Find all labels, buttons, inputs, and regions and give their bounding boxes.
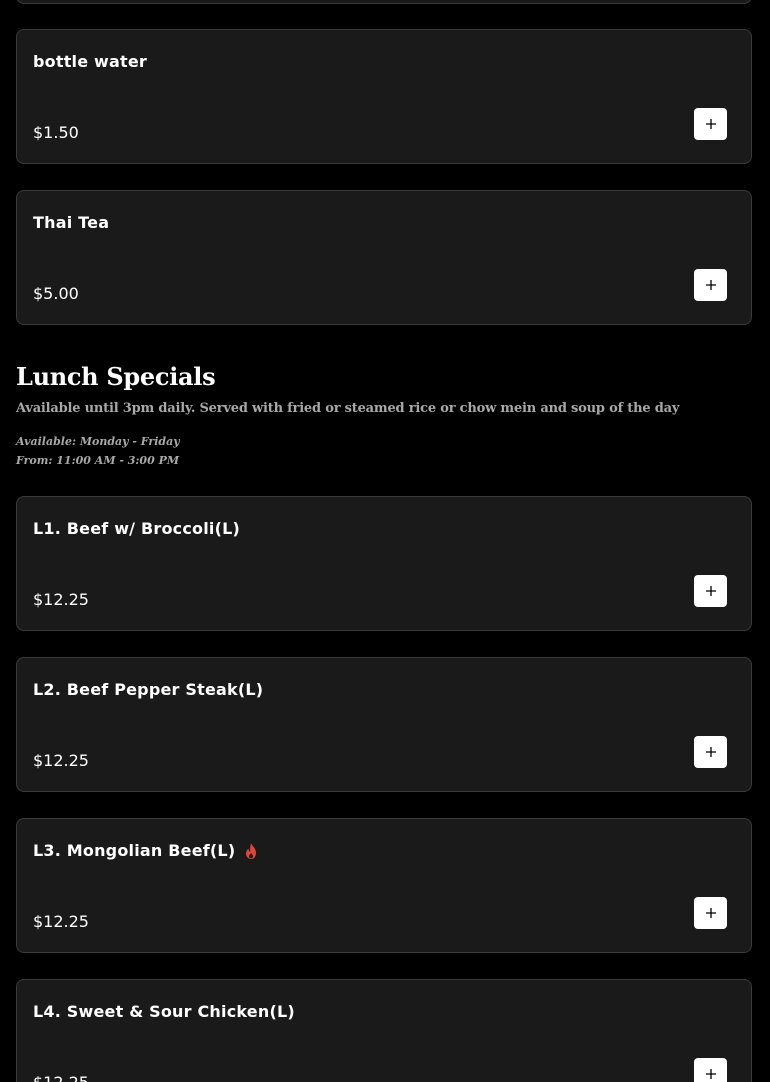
plus-icon [705, 1069, 716, 1079]
plus-icon [705, 119, 716, 129]
menu-item-card[interactable] [16, 0, 752, 4]
add-to-cart-button[interactable] [694, 897, 727, 929]
menu-item-name: Thai Tea [33, 213, 110, 232]
menu-item-name: L1. Beef w/ Broccoli(L) [33, 519, 241, 538]
menu-item-name-row: L3. Mongolian Beef(L) [33, 841, 259, 860]
add-to-cart-button[interactable] [694, 1058, 727, 1082]
menu-item-price: $12.25 [33, 590, 89, 609]
menu-item-price: $12.25 [33, 912, 89, 931]
section-description: Available until 3pm daily. Served with f… [16, 401, 680, 416]
menu-item-name: L4. Sweet & Sour Chicken(L) [33, 1002, 295, 1021]
add-to-cart-button[interactable] [694, 575, 727, 607]
add-to-cart-button[interactable] [694, 108, 727, 140]
add-to-cart-button[interactable] [694, 269, 727, 301]
menu-item-price: $12.25 [33, 1073, 89, 1082]
menu-item-card[interactable]: L3. Mongolian Beef(L) $12.25 [16, 818, 752, 953]
plus-icon [705, 586, 716, 596]
menu-item-card[interactable]: L2. Beef Pepper Steak(L) $12.25 [16, 657, 752, 792]
plus-icon [705, 747, 716, 757]
menu-item-price: $5.00 [33, 284, 79, 303]
menu-item-card[interactable]: L1. Beef w/ Broccoli(L) $12.25 [16, 496, 752, 631]
menu-item-price: $12.25 [33, 751, 89, 770]
menu-item-name: L2. Beef Pepper Steak(L) [33, 680, 264, 699]
availability-hours: From: 11:00 AM - 3:00 PM [16, 454, 180, 467]
plus-icon [705, 280, 716, 290]
menu-item-name: bottle water [33, 52, 148, 71]
availability-days: Available: Monday - Friday [16, 435, 180, 448]
menu-item-card[interactable]: Thai Tea $5.00 [16, 190, 752, 325]
menu-item-name: L3. Mongolian Beef(L) [33, 841, 236, 860]
menu-item-card[interactable]: L4. Sweet & Sour Chicken(L) $12.25 [16, 979, 752, 1082]
flame-icon [243, 842, 259, 860]
add-to-cart-button[interactable] [694, 736, 727, 768]
menu-item-card[interactable]: bottle water $1.50 [16, 29, 752, 164]
menu-item-price: $1.50 [33, 123, 79, 142]
plus-icon [705, 908, 716, 918]
section-title: Lunch Specials [16, 362, 216, 391]
